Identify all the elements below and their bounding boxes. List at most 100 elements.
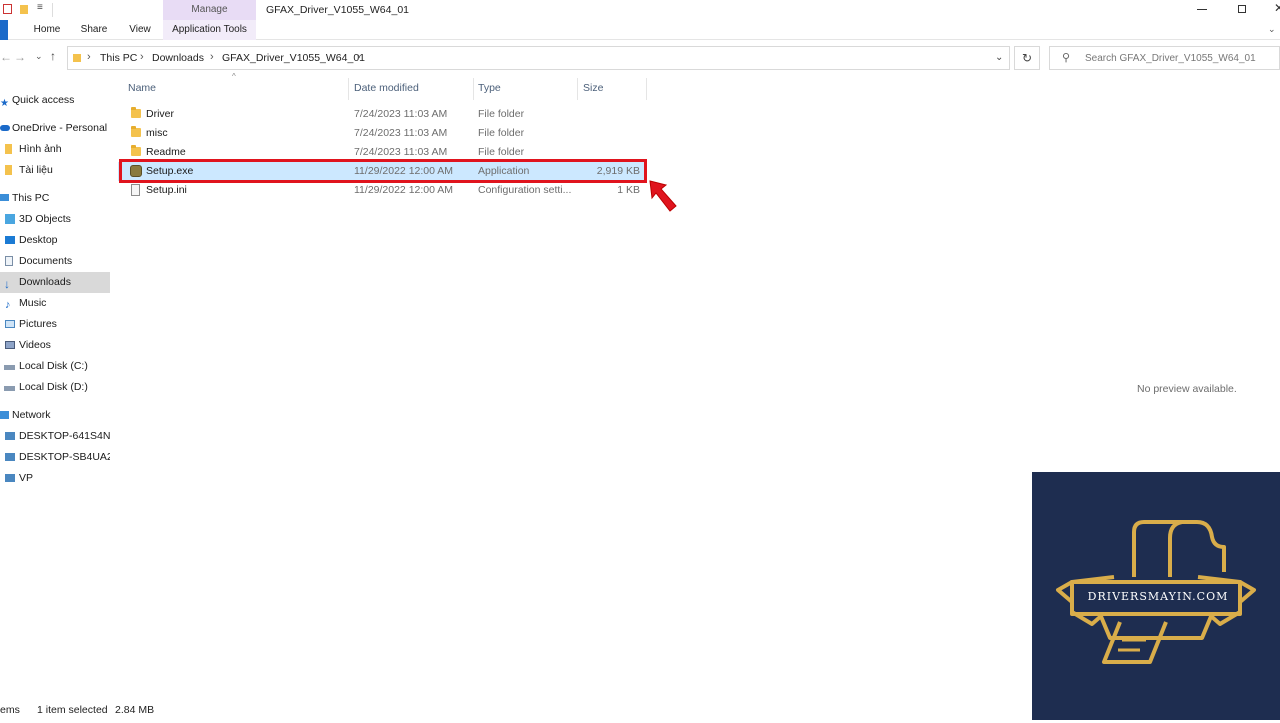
sidebar-item-desktop-641s4ne[interactable]: DESKTOP-641S4NE — [0, 426, 110, 447]
tab-manage[interactable]: Manage — [163, 0, 256, 20]
column-header-type[interactable]: Type — [478, 82, 501, 94]
sidebar-item-label: Downloads — [19, 276, 71, 288]
file-type: File folder — [478, 127, 525, 139]
sidebar-item-desktop[interactable]: Desktop — [0, 230, 110, 251]
logo-text: DRIVERSMAYIN.COM — [1087, 590, 1229, 603]
sidebar-item-3d-objects[interactable]: 3D Objects — [0, 209, 110, 230]
chevron-right-icon[interactable]: › — [87, 51, 91, 63]
folder-icon — [5, 144, 12, 154]
ribbon-expand-icon[interactable]: ⌄ — [1268, 24, 1276, 35]
recent-locations-icon[interactable]: ⌄ — [35, 51, 43, 62]
network-computer-icon — [5, 432, 15, 440]
file-row-setup-ini[interactable]: Setup.ini 11/29/2022 12:00 AM Configurat… — [118, 181, 646, 200]
sidebar-item-quick-access[interactable]: ★ Quick access — [0, 90, 110, 111]
status-selected: 1 item selected — [37, 704, 108, 716]
sidebar-item-label: DESKTOP-SB4UA2G — [19, 451, 110, 463]
file-date: 11/29/2022 12:00 AM — [354, 184, 454, 196]
refresh-button[interactable]: ↻ — [1014, 46, 1040, 70]
tab-home[interactable]: Home — [28, 20, 66, 40]
sidebar-item-videos[interactable]: Videos — [0, 335, 110, 356]
folder-icon — [131, 145, 141, 156]
folder-icon — [5, 165, 12, 175]
sort-indicator-icon: ^ — [232, 72, 236, 81]
divider — [52, 3, 53, 17]
file-name: Setup.ini — [146, 184, 187, 196]
chevron-right-icon[interactable]: › — [210, 51, 214, 63]
sidebar-item-documents[interactable]: Documents — [0, 251, 110, 272]
window-title: GFAX_Driver_V1055_W64_01 — [266, 4, 409, 16]
sidebar-item-vp[interactable]: VP — [0, 468, 110, 489]
file-row-driver[interactable]: Driver 7/24/2023 11:03 AM File folder — [118, 105, 646, 124]
cube-icon — [5, 214, 15, 224]
tab-share[interactable]: Share — [76, 20, 112, 40]
column-divider[interactable] — [646, 78, 647, 100]
address-bar[interactable]: › This PC › Downloads › GFAX_Driver_V105… — [67, 46, 1010, 70]
address-dropdown-icon[interactable]: ⌄ — [995, 52, 1003, 63]
column-header-date-modified[interactable]: Date modified — [354, 82, 419, 94]
column-divider[interactable] — [348, 78, 349, 100]
preview-message: No preview available. — [1137, 383, 1237, 395]
search-box[interactable]: ⚲ Search GFAX_Driver_V1055_W64_01 — [1049, 46, 1280, 70]
sidebar-item-local-disk-d[interactable]: Local Disk (D:) — [0, 377, 110, 398]
column-divider[interactable] — [577, 78, 578, 100]
sidebar-item-label: Hình ảnh — [19, 143, 62, 155]
close-icon[interactable]: ✕ — [1274, 1, 1280, 15]
refresh-icon: ↻ — [1022, 51, 1033, 65]
sidebar-item-music[interactable]: ♪ Music — [0, 293, 110, 314]
up-arrow-icon[interactable]: ↑ — [50, 49, 56, 63]
qat-check-icon[interactable] — [3, 4, 12, 14]
cloud-icon — [0, 125, 10, 131]
folder-icon — [73, 54, 81, 62]
column-header-name[interactable]: Name — [128, 82, 156, 94]
file-row-misc[interactable]: misc 7/24/2023 11:03 AM File folder — [118, 124, 646, 143]
sidebar-item-label: Local Disk (C:) — [19, 360, 88, 372]
sidebar-item-downloads[interactable]: ↓ Downloads — [0, 272, 110, 293]
sidebar-item-onedrive[interactable]: OneDrive - Personal — [0, 118, 110, 139]
sidebar-item-label: Videos — [19, 339, 51, 351]
minimize-icon[interactable] — [1197, 9, 1207, 10]
tab-view[interactable]: View — [122, 20, 158, 40]
status-size: 2.84 MB — [115, 704, 155, 716]
desktop-icon — [5, 236, 15, 244]
file-type: File folder — [478, 108, 525, 120]
restore-icon[interactable] — [1238, 5, 1246, 13]
qat-folder-icon[interactable] — [20, 5, 28, 14]
file-date: 7/24/2023 11:03 AM — [354, 108, 448, 120]
chevron-right-icon[interactable]: › — [357, 51, 361, 63]
search-placeholder: Search GFAX_Driver_V1055_W64_01 — [1085, 53, 1256, 64]
sidebar-item-pictures[interactable]: Pictures — [0, 314, 110, 335]
sidebar-item-label: Network — [12, 409, 51, 421]
column-header-size[interactable]: Size — [583, 82, 603, 94]
status-bar: ems 1 item selected 2.84 MB — [0, 700, 1032, 720]
qat-dropdown-icon[interactable]: ≡ — [37, 2, 43, 13]
tab-file[interactable] — [0, 20, 8, 40]
sidebar-item-tai-lieu[interactable]: Tài liệu — [0, 160, 110, 181]
forward-arrow-icon[interactable]: → — [14, 50, 26, 64]
network-computer-icon — [5, 453, 15, 461]
sidebar-item-desktop-sb4ua2g[interactable]: DESKTOP-SB4UA2G — [0, 447, 110, 468]
navigation-pane: ★ Quick access OneDrive - Personal Hình … — [0, 88, 110, 698]
breadcrumb-current-folder[interactable]: GFAX_Driver_V1055_W64_01 — [222, 52, 365, 64]
file-date: 7/24/2023 11:03 AM — [354, 146, 448, 158]
chevron-right-icon[interactable]: › — [140, 51, 144, 63]
sidebar-item-label: Music — [19, 297, 47, 309]
star-icon: ★ — [0, 98, 9, 109]
disk-icon — [4, 386, 15, 391]
sidebar-item-this-pc[interactable]: This PC — [0, 188, 110, 209]
sidebar-item-label: VP — [19, 472, 34, 484]
ribbon-tabs: Home Share View Application Tools ⌄ — [0, 20, 1280, 40]
back-arrow-icon[interactable]: ← — [0, 50, 12, 64]
column-divider[interactable] — [473, 78, 474, 100]
sidebar-item-local-disk-c[interactable]: Local Disk (C:) — [0, 356, 110, 377]
sidebar-item-network[interactable]: Network — [0, 405, 110, 426]
breadcrumb-this-pc[interactable]: This PC — [100, 52, 137, 64]
breadcrumb-downloads[interactable]: Downloads — [152, 52, 204, 64]
music-icon: ♪ — [5, 299, 11, 311]
tab-application-tools[interactable]: Application Tools — [163, 20, 256, 40]
highlight-box — [119, 159, 647, 183]
sidebar-item-hinh-anh[interactable]: Hình ảnh — [0, 139, 110, 160]
file-size: 1 KB — [617, 184, 640, 196]
sidebar-item-label: Local Disk (D:) — [19, 381, 88, 393]
sidebar-item-label: Tài liệu — [19, 164, 53, 176]
file-date: 7/24/2023 11:03 AM — [354, 127, 448, 139]
